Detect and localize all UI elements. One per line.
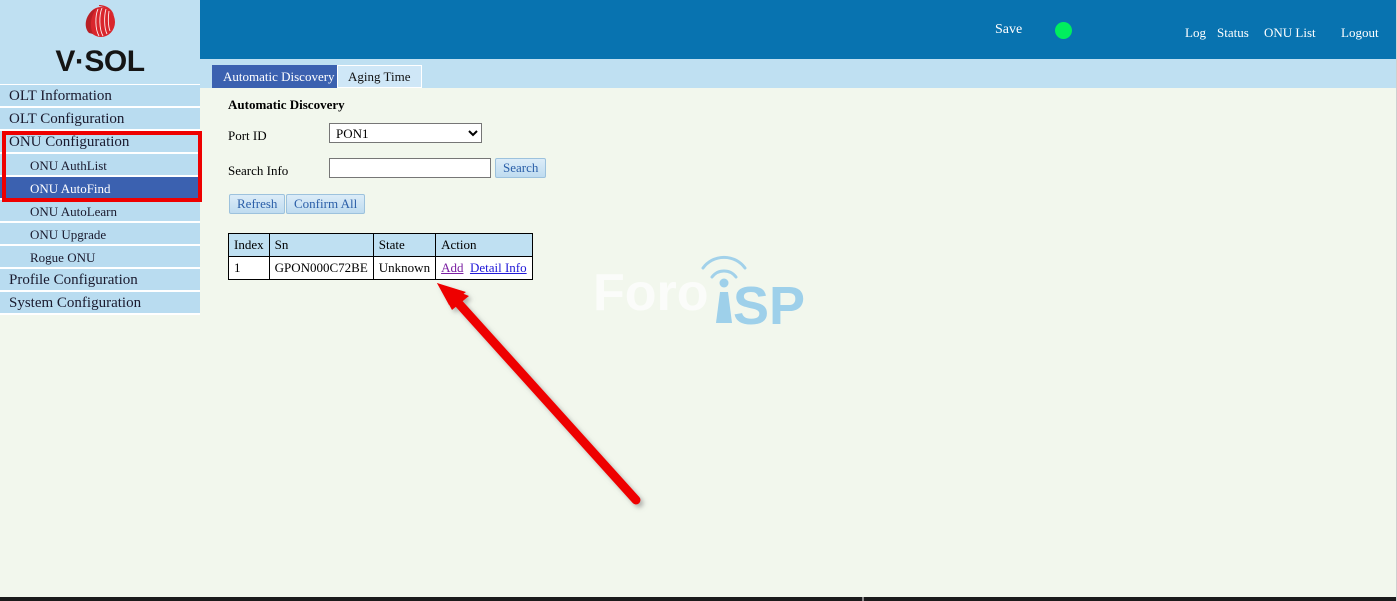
sidebar-item-onu-authlist[interactable]: ONU AuthList [0,154,200,177]
foroisp-watermark: Foro SP [593,248,823,338]
header-link-onu-list[interactable]: ONU List [1264,25,1316,41]
tab-aging-time[interactable]: Aging Time [337,65,422,88]
port-id-select[interactable]: PON1 [329,123,482,143]
tab-automatic-discovery[interactable]: Automatic Discovery [212,65,346,88]
window-bottom-border-marker [862,597,864,601]
onu-discovery-table: Index Sn State Action 1 GPON000C72BE Unk… [228,233,533,280]
search-button[interactable]: Search [495,158,547,178]
sidebar-nav: OLT Information OLT Configuration ONU Co… [0,85,200,315]
app-window: V·SOL OLT Information OLT Configuration … [0,0,1397,601]
search-info-input[interactable] [329,158,491,178]
sidebar-item-rogue-onu[interactable]: Rogue ONU [0,246,200,269]
save-button[interactable]: Save [995,22,1022,38]
page-title: Automatic Discovery [228,97,345,112]
column-header-index: Index [228,233,270,257]
sidebar-item-onu-autofind[interactable]: ONU AutoFind [0,177,200,200]
sidebar-item-system-configuration[interactable]: System Configuration [0,292,200,315]
status-indicator-dot-icon [1055,22,1072,39]
sidebar-item-onu-upgrade[interactable]: ONU Upgrade [0,223,200,246]
refresh-button[interactable]: Refresh [229,194,286,214]
header-link-status[interactable]: Status [1217,25,1249,41]
table-header-row: Index Sn State Action [228,233,533,257]
brand-logo: V·SOL [0,0,200,85]
sidebar-item-onu-configuration[interactable]: ONU Configuration [0,131,200,154]
table-row: 1 GPON000C72BE Unknown Add Detail Info [228,256,533,280]
top-header-bar: Save Log Status ONU List Logout [200,0,1397,59]
add-link[interactable]: Add [441,260,463,275]
sidebar: V·SOL OLT Information OLT Configuration … [0,0,202,601]
port-id-label: Port ID [228,128,267,143]
cell-index: 1 [228,256,270,280]
sidebar-item-profile-configuration[interactable]: Profile Configuration [0,269,200,292]
window-bottom-border [0,597,1397,601]
search-info-label: Search Info [228,163,289,178]
cell-action: Add Detail Info [435,256,533,280]
sidebar-item-onu-autolearn[interactable]: ONU AutoLearn [0,200,200,223]
table-header: Index Sn State Action [228,233,533,257]
detail-info-link[interactable]: Detail Info [470,260,527,275]
svg-text:Foro: Foro [593,264,709,322]
confirm-all-button[interactable]: Confirm All [286,194,366,214]
column-header-action: Action [435,233,533,257]
sidebar-item-olt-configuration[interactable]: OLT Configuration [0,108,200,131]
cell-state: Unknown [372,256,437,280]
table-body: 1 GPON000C72BE Unknown Add Detail Info [228,256,533,280]
vsol-sphere-logo-icon [77,3,123,45]
main-content: Automatic Discovery Port ID PON1 Search … [200,88,1397,598]
cell-sn: GPON000C72BE [268,256,374,280]
header-link-logout[interactable]: Logout [1341,25,1379,41]
column-header-sn: Sn [268,233,374,257]
tab-bar: Automatic Discovery Aging Time [200,59,1397,88]
header-link-log[interactable]: Log [1185,25,1206,41]
column-header-state: State [372,233,437,257]
svg-text:SP: SP [733,276,805,336]
sidebar-item-olt-information[interactable]: OLT Information [0,85,200,108]
brand-wordmark: V·SOL [55,45,145,78]
